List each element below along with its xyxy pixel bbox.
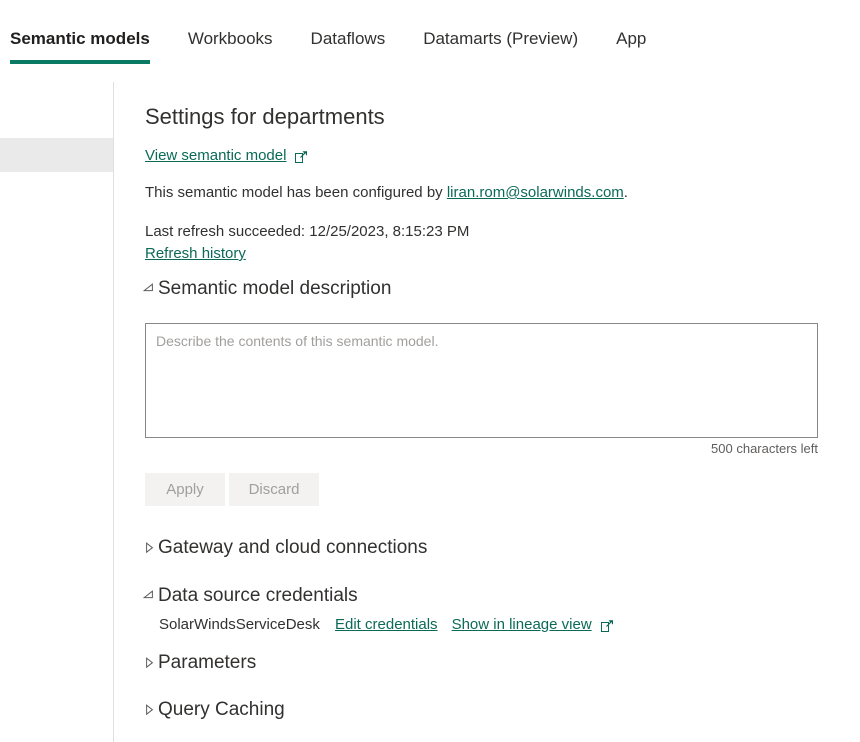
rail-selected-row[interactable]: [0, 138, 113, 172]
section-header-data-source-credentials[interactable]: Data source credentials: [142, 583, 358, 609]
refresh-history-link[interactable]: Refresh history: [145, 243, 469, 264]
section-header-query-caching[interactable]: Query Caching: [142, 697, 285, 723]
configured-by-suffix: .: [624, 184, 628, 201]
tab-semantic-models[interactable]: Semantic models: [10, 28, 150, 64]
tab-label: Workbooks: [188, 29, 273, 48]
external-link-icon: [601, 619, 614, 632]
tab-workbooks[interactable]: Workbooks: [188, 28, 273, 64]
tab-label: App: [616, 29, 646, 48]
view-semantic-model-row: View semantic model: [145, 146, 308, 166]
edit-credentials-link[interactable]: Edit credentials: [335, 615, 438, 635]
tab-bar: Semantic models Workbooks Dataflows Data…: [0, 0, 860, 82]
tab-active-underline: [10, 60, 150, 64]
tab-app[interactable]: App: [616, 28, 646, 64]
tab-label: Datamarts (Preview): [423, 29, 578, 48]
section-title: Semantic model description: [158, 276, 391, 302]
semantic-model-description-input[interactable]: [145, 323, 818, 438]
section-header-semantic-model-description[interactable]: Semantic model description: [142, 276, 391, 302]
discard-button[interactable]: Discard: [229, 473, 319, 506]
section-title: Gateway and cloud connections: [158, 535, 427, 561]
show-in-lineage-view-link[interactable]: Show in lineage view: [452, 615, 592, 635]
configured-by-prefix: This semantic model has been configured …: [145, 184, 447, 201]
triangle-expanded-icon: [142, 282, 156, 296]
triangle-collapsed-icon: [142, 541, 156, 555]
page-title: Settings for departments: [145, 102, 385, 132]
triangle-expanded-icon: [142, 589, 156, 603]
left-rail: [0, 82, 114, 742]
tab-datamarts-preview[interactable]: Datamarts (Preview): [423, 28, 578, 64]
view-semantic-model-link[interactable]: View semantic model: [145, 146, 286, 166]
triangle-collapsed-icon: [142, 703, 156, 717]
last-refresh-status: Last refresh succeeded: 12/25/2023, 8:15…: [145, 223, 469, 240]
characters-left-label: 500 characters left: [145, 440, 818, 458]
tab-dataflows[interactable]: Dataflows: [311, 28, 386, 64]
description-actions: Apply Discard: [145, 473, 319, 506]
data-source-name: SolarWindsServiceDesk: [159, 615, 335, 635]
section-title: Query Caching: [158, 697, 285, 723]
external-link-icon: [295, 150, 308, 163]
triangle-collapsed-icon: [142, 656, 156, 670]
apply-button[interactable]: Apply: [145, 473, 225, 506]
section-header-gateway-and-cloud-connections[interactable]: Gateway and cloud connections: [142, 535, 427, 561]
tab-label: Dataflows: [311, 29, 386, 48]
data-source-credential-row: SolarWindsServiceDesk Edit credentials S…: [159, 615, 614, 635]
tab-list: Semantic models Workbooks Dataflows Data…: [10, 28, 684, 64]
refresh-status-block: Last refresh succeeded: 12/25/2023, 8:15…: [145, 221, 469, 264]
tab-label: Semantic models: [10, 29, 150, 48]
section-title: Data source credentials: [158, 583, 358, 609]
settings-panel: Settings for departments View semantic m…: [115, 82, 860, 742]
configured-by-email-link[interactable]: liran.rom@solarwinds.com: [447, 184, 624, 201]
configured-by-text: This semantic model has been configured …: [145, 183, 628, 203]
section-header-parameters[interactable]: Parameters: [142, 650, 256, 676]
section-title: Parameters: [158, 650, 256, 676]
